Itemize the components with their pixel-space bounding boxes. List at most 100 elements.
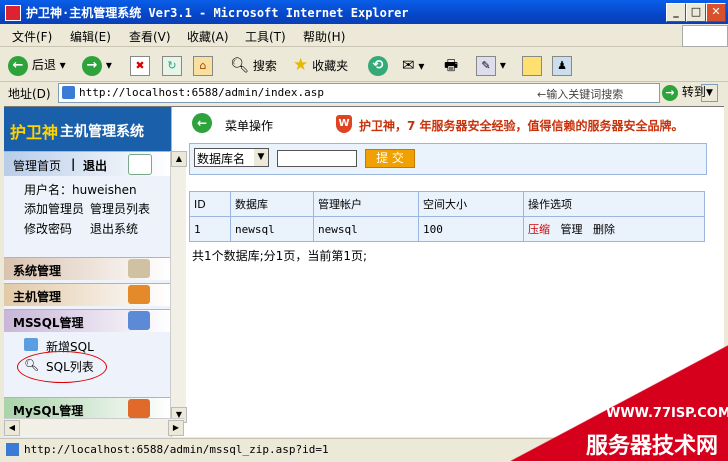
delete-link[interactable]: 删除 bbox=[593, 223, 615, 236]
address-bar: 地址(D) http://localhost:6588/admin/index.… bbox=[0, 82, 728, 104]
highlight-circle bbox=[17, 351, 107, 383]
maximize-button[interactable]: □ bbox=[686, 3, 706, 22]
cell-id: 1 bbox=[189, 216, 231, 242]
scroll-up-button[interactable]: ▲ bbox=[171, 151, 187, 167]
back-button[interactable]: ← 后退 ▾ bbox=[8, 54, 66, 76]
menu-file[interactable]: 文件(F) bbox=[12, 28, 52, 45]
submit-button[interactable]: 提 交 bbox=[365, 149, 415, 168]
sidebar-scrollbar[interactable]: ▲ ▼ bbox=[170, 151, 187, 423]
menu-help[interactable]: 帮助(H) bbox=[303, 28, 345, 45]
stop-button[interactable]: ✖ bbox=[130, 54, 150, 76]
compress-link[interactable]: 压缩 bbox=[528, 223, 550, 236]
refresh-button[interactable]: ↻ bbox=[162, 54, 182, 76]
window-titlebar: 护卫神·主机管理系统 Ver3.1 - Microsoft Internet E… bbox=[0, 0, 728, 24]
brand-subtitle: 主机管理系统 bbox=[60, 124, 144, 140]
pagination-text: 共1个数据库;分1页，当前第1页; bbox=[192, 249, 367, 263]
back-label: 后退 bbox=[31, 58, 56, 72]
favorites-label: 收藏夹 bbox=[312, 59, 349, 73]
exit-system-link[interactable]: 退出系统 bbox=[90, 220, 138, 237]
database-table: ID 数据库 管理帐户 空间大小 操作选项 1 newsql newsql 10… bbox=[189, 191, 705, 242]
horizontal-scrollbar[interactable]: ◀ ▶ bbox=[4, 418, 184, 436]
go-arrow-icon: → bbox=[662, 84, 678, 101]
history-button[interactable]: ⟲ bbox=[368, 54, 388, 76]
home-icon: ⌂ bbox=[193, 55, 213, 76]
search-field-select[interactable]: 数据库名 ▼ bbox=[194, 148, 269, 167]
col-database: 数据库 bbox=[230, 191, 314, 217]
col-operations: 操作选项 bbox=[523, 191, 705, 217]
table-header-row: ID 数据库 管理帐户 空间大小 操作选项 bbox=[189, 191, 705, 217]
search-input[interactable] bbox=[277, 150, 357, 167]
user-card-icon bbox=[128, 154, 152, 175]
menu-view[interactable]: 查看(V) bbox=[129, 28, 171, 45]
messenger-button[interactable]: ♟ bbox=[552, 54, 572, 76]
go-button[interactable]: → 转到 bbox=[662, 83, 726, 101]
discuss-button[interactable] bbox=[522, 54, 542, 76]
section-mssql-management[interactable]: MSSQL管理 bbox=[4, 309, 170, 332]
cell-size: 100 bbox=[418, 216, 524, 242]
back-icon[interactable]: ← bbox=[192, 113, 212, 133]
forward-button[interactable]: → ▾ bbox=[82, 54, 112, 76]
section-label: 主机管理 bbox=[13, 290, 62, 304]
history-icon: ⟲ bbox=[368, 55, 388, 76]
scroll-left-button[interactable]: ◀ bbox=[4, 420, 20, 436]
favorites-button[interactable]: ★ 收藏夹 bbox=[293, 54, 348, 76]
watermark-logo: WWW.77ISP.COM 服务器技术网 bbox=[500, 340, 728, 461]
cell-database: newsql bbox=[230, 216, 314, 242]
stop-icon: ✖ bbox=[130, 55, 150, 76]
manage-link[interactable]: 管理 bbox=[561, 223, 583, 236]
home-button[interactable]: ⌂ bbox=[193, 54, 213, 76]
add-admin-link[interactable]: 添加管理员 bbox=[24, 200, 84, 217]
change-password-link[interactable]: 修改密码 bbox=[24, 220, 72, 237]
menu-bar: 文件(F) 编辑(E) 查看(V) 收藏(A) 工具(T) 帮助(H) bbox=[0, 24, 728, 47]
brand-header: 护卫神 主机管理系统 bbox=[4, 107, 171, 151]
boxes-icon bbox=[128, 285, 150, 304]
col-account: 管理帐户 bbox=[313, 191, 419, 217]
printer-icon: 🖶︎ bbox=[444, 56, 459, 74]
search-label: 搜索 bbox=[252, 59, 277, 73]
page-icon bbox=[62, 86, 75, 99]
menu-tools[interactable]: 工具(T) bbox=[245, 28, 286, 45]
toolbar: ← 后退 ▾ → ▾ ✖ ↻ ⌂ 🔍︎ 搜索 ★ 收藏夹 ⟲ ✉ ▾ 🖶︎ ✎ … bbox=[0, 47, 728, 82]
address-label: 地址(D) bbox=[8, 87, 51, 101]
table-row: 1 newsql newsql 100 压缩 管理 删除 bbox=[189, 216, 705, 242]
mail-button[interactable]: ✉ ▾ bbox=[402, 54, 424, 76]
sidebar-top-nav: 管理首页 | 退出 bbox=[4, 151, 170, 176]
menu-edit[interactable]: 编辑(E) bbox=[70, 28, 111, 45]
col-size: 空间大小 bbox=[418, 191, 524, 217]
status-page-icon bbox=[6, 443, 19, 456]
menu-favorites[interactable]: 收藏(A) bbox=[187, 28, 229, 45]
shield-icon: W bbox=[336, 115, 352, 133]
print-button[interactable]: 🖶︎ bbox=[444, 54, 458, 76]
mysql-icon bbox=[128, 399, 150, 418]
back-arrow-icon: ← bbox=[8, 55, 28, 76]
database-add-icon bbox=[24, 338, 38, 351]
section-label: MSSQL管理 bbox=[13, 316, 84, 330]
section-label: 系统管理 bbox=[13, 264, 62, 278]
network-icon bbox=[128, 311, 150, 330]
status-url: http://localhost:6588/admin/mssql_zip.as… bbox=[24, 443, 329, 456]
cell-operations: 压缩 管理 删除 bbox=[523, 216, 705, 242]
section-system-management[interactable]: 系统管理 bbox=[4, 257, 170, 280]
logout-link[interactable]: 退出 bbox=[83, 157, 107, 174]
section-host-management[interactable]: 主机管理 bbox=[4, 283, 170, 306]
admin-list-link[interactable]: 管理员列表 bbox=[90, 200, 150, 217]
search-button[interactable]: 🔍︎ 搜索 bbox=[230, 54, 277, 76]
edit-icon: ✎ bbox=[476, 55, 496, 76]
search-bar: 数据库名 ▼ 提 交 bbox=[189, 143, 707, 175]
window-title: 护卫神·主机管理系统 Ver3.1 - Microsoft Internet E… bbox=[26, 6, 409, 20]
windows-logo-icon bbox=[682, 25, 728, 47]
watermark-url: WWW.77ISP.COM bbox=[606, 406, 728, 421]
section-label: MySQL管理 bbox=[13, 404, 84, 418]
section-mysql-management[interactable]: MySQL管理 bbox=[4, 397, 170, 420]
minimize-button[interactable]: _ bbox=[666, 3, 686, 22]
slogan-text: 护卫神，7 年服务器安全经验，值得信赖的服务器安全品牌。 bbox=[359, 119, 684, 133]
username-text: 用户名：huweishen bbox=[24, 183, 137, 197]
address-url: http://localhost:6588/admin/index.asp bbox=[79, 86, 325, 99]
select-value: 数据库名 bbox=[197, 152, 246, 166]
edit-button[interactable]: ✎ ▾ bbox=[476, 54, 506, 76]
scroll-right-button[interactable]: ▶ bbox=[168, 420, 184, 436]
close-button[interactable]: ✕ bbox=[706, 3, 726, 22]
forward-arrow-icon: → bbox=[82, 55, 102, 76]
admin-home-link[interactable]: 管理首页 bbox=[13, 157, 61, 174]
address-input[interactable]: http://localhost:6588/admin/index.asp ←输… bbox=[58, 83, 718, 103]
